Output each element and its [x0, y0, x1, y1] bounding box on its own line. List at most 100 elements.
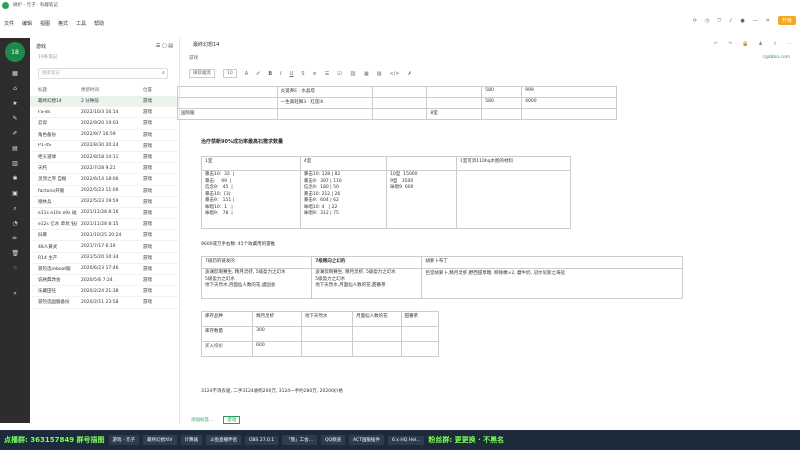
table-cell[interactable]: 国际服 [177, 108, 278, 120]
table-cell[interactable] [352, 326, 402, 342]
add-tag-button[interactable]: 添加标签... [191, 417, 213, 423]
font-size-select[interactable]: 10 [223, 69, 237, 78]
status-tag[interactable]: 游戏 [223, 416, 241, 424]
note-link[interactable]: cgabbo.com [762, 55, 790, 60]
table-icon[interactable]: ▦ [364, 71, 369, 77]
bold-icon[interactable]: B [268, 71, 272, 77]
notebook-name[interactable]: 游戏 [36, 43, 46, 50]
book-icon[interactable]: ▣ [12, 190, 19, 197]
table-cell[interactable] [352, 341, 402, 357]
taskbar-item[interactable]: 「我」工会... [282, 435, 317, 445]
search-icon[interactable]: ⌕ [162, 70, 165, 76]
list-item[interactable]: 乐藏田任 2020/2/24 21:38 游戏 [30, 286, 180, 298]
close-icon[interactable]: ✕ [766, 18, 770, 24]
pen-icon[interactable]: ✎ [12, 115, 19, 122]
table-cell[interactable]: 999 [521, 86, 617, 98]
code-icon[interactable]: </> [390, 71, 400, 77]
ordered-list-icon[interactable]: ☰ [325, 71, 329, 77]
clock-nav-icon[interactable]: ◔ [12, 220, 19, 227]
redo-icon[interactable]: ↷ [728, 41, 732, 47]
menu-tools[interactable]: 工具 [76, 20, 86, 27]
list-item[interactable]: 冒险选reboot服 2020/6/23 17:46 游戏 [30, 264, 180, 275]
table-cell[interactable] [276, 108, 373, 120]
table-cell[interactable] [386, 156, 457, 171]
table-cell[interactable] [300, 341, 354, 357]
taskbar-item[interactable]: ACT国服插件 [349, 435, 384, 445]
list-item[interactable]: 48人黄式 2021/7/17 6:16 游戏 [30, 241, 180, 253]
menu-edit[interactable]: 编辑 [22, 20, 32, 27]
table-cell[interactable]: 300 [252, 326, 302, 342]
lock-icon[interactable]: 🔒 [742, 41, 748, 47]
table-cell[interactable]: 1室 [201, 156, 301, 171]
list-item[interactable]: 说格典改会 2020/5/6 7:24 游戏 [30, 275, 180, 287]
table-cell[interactable]: 库存品种 [200, 311, 254, 327]
expand-icon[interactable]: » [12, 290, 19, 297]
menu-view[interactable]: 视图 [40, 20, 50, 27]
table-cell[interactable]: 580 [481, 97, 523, 109]
list-item[interactable]: e12s 亿水 草坑 钻石 2021/11/28 8:15 游戏 [30, 219, 180, 231]
table-cell[interactable] [400, 326, 439, 342]
table-cell[interactable]: 炎诞养E · 水晶塔 [276, 86, 373, 98]
taskbar-item[interactable]: 6.x HQ Hel... [387, 435, 425, 445]
note-tag[interactable]: 游戏 [189, 55, 198, 61]
list-item[interactable]: 德林兵 2022/5/23 19:59 游戏 [30, 197, 180, 208]
list-item[interactable]: factorio开服 2022/5/23 11:00 游戏 [30, 186, 180, 197]
table-cell[interactable]: 甜番茶 [400, 311, 439, 327]
table-cell[interactable]: 暴击10: 128 | 82 暴击9: 397 | 116 信念9: 180 |… [299, 170, 388, 229]
taskbar-item[interactable]: OBS 27.0.1 [245, 435, 279, 445]
table-cell[interactable]: 7级粮向之幻的 [311, 256, 423, 269]
table-cell[interactable]: 580 [481, 86, 523, 98]
list-item[interactable]: 天朽 2022/7/28 9:21 游戏 [30, 163, 180, 175]
edit-icon[interactable]: ✐ [12, 130, 19, 137]
italic-icon[interactable]: I [280, 71, 281, 77]
table-cell[interactable] [521, 108, 617, 120]
list-item[interactable]: 旧麻 2021/10/25 20:24 游戏 [30, 230, 180, 242]
table-cell[interactable]: 8室 [426, 108, 483, 120]
font-select[interactable]: 微软雅黑 [189, 69, 215, 78]
more-icon[interactable]: ⋯ [787, 41, 792, 47]
list-actions-icon[interactable]: ☰ ▢ ▤ [156, 43, 173, 49]
list-item[interactable]: 最终幻想14 2 分钟前 游戏 [30, 96, 180, 108]
shield-icon[interactable]: ⛉ [717, 18, 721, 24]
clear-format-icon[interactable]: ✗ [408, 71, 412, 77]
checkbox-icon[interactable]: ☑ [337, 71, 341, 77]
table-cell[interactable] [455, 170, 572, 229]
note-title[interactable]: 最终幻想14 [193, 41, 219, 48]
menu-format[interactable]: 格式 [58, 20, 68, 27]
table-cell[interactable]: 4室 [299, 156, 388, 171]
table-cell[interactable] [481, 108, 523, 120]
table-cell[interactable]: 库存数量 [200, 326, 254, 342]
list-item[interactable]: P1-4S 2022/8/30 20:24 游戏 [30, 141, 180, 152]
menu-file[interactable]: 文件 [4, 20, 14, 27]
table-cell[interactable]: 600 [252, 341, 302, 357]
table-cell[interactable]: 胡萝卜布丁 [421, 256, 683, 269]
header-title[interactable]: 标题 [30, 87, 77, 93]
list-item[interactable]: 云母 2022/9/20 19:03 游戏 [30, 118, 180, 130]
highlight-icon[interactable]: ✐ [256, 71, 260, 77]
table-cell[interactable]: 一生裁轻舞3 · 红莲lll [276, 97, 373, 109]
list-item[interactable]: 冒险选国服备份 2020/2/11 23:58 游戏 [30, 297, 180, 309]
table-cell[interactable]: 精月灵虾 [252, 311, 302, 327]
user-avatar-icon[interactable]: ● [740, 18, 744, 24]
table-cell[interactable]: 10型 15000 9型 3500 咏唱9 600 [386, 170, 457, 229]
list-item[interactable]: 角色备份 2022/9/7 16:59 游戏 [30, 130, 180, 141]
table-cell[interactable] [371, 108, 428, 120]
table-cell[interactable]: 波澜侃啊赛生, 精月灵虾, 5级盈力之幻水 5级盈力之幻水 地下天然水,月面仙人… [200, 268, 313, 299]
star-icon[interactable]: ★ [12, 100, 19, 107]
note-icon[interactable]: ▥ [12, 160, 19, 167]
list-icon[interactable]: ≡ [313, 71, 317, 77]
list-item[interactable]: 灵顶之序 自掘 2022/6/14 18:06 游戏 [30, 174, 180, 186]
notebook-icon[interactable]: ▤ [12, 145, 19, 152]
table-cell[interactable]: 暴击10: 32 | 暴击: 99 | 信念9: 45 | 暴击10: [3| … [201, 170, 301, 229]
table-cell[interactable] [371, 86, 428, 98]
table-cell[interactable] [177, 97, 278, 109]
apps-icon[interactable]: ⁘ [12, 265, 19, 272]
table-cell[interactable]: 7级药的链发的 [200, 256, 313, 269]
header-updated[interactable]: 更新时间 [77, 87, 141, 93]
search-icon[interactable]: ⌕ [12, 205, 19, 212]
taskbar-item[interactable]: 最终幻想XIV [143, 435, 177, 445]
table-cell[interactable]: 买入均价 [200, 341, 254, 357]
strike-icon[interactable]: S [301, 71, 304, 77]
grid-icon[interactable]: ▦ [12, 70, 19, 77]
gear-icon[interactable]: ✱ [12, 175, 19, 182]
